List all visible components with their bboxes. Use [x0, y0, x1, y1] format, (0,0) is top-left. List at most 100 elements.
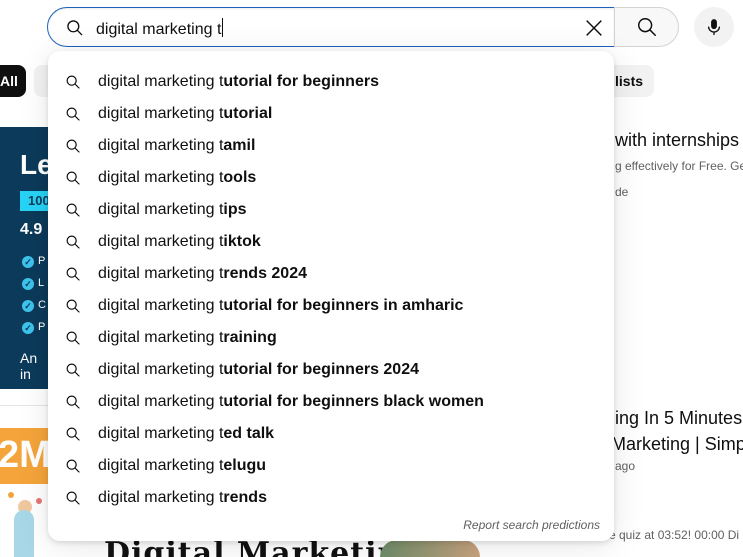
search-icon: [66, 75, 80, 89]
suggestion-text: digital marketing tutorial: [98, 105, 272, 123]
suggestion-completion: ips: [223, 201, 247, 218]
suggestion-completion: utorial for beginners in amharic: [223, 297, 464, 314]
video-description-1: g effectively for Free. Ge: [615, 159, 743, 173]
suggestion-text: digital marketing tiktok: [98, 233, 261, 251]
thumbnail-rating: 4.9: [20, 221, 43, 238]
suggestion-text: digital marketing tutorial for beginners…: [98, 393, 484, 411]
search-icon: [66, 139, 80, 153]
suggestion-typed-part: digital marketing t: [98, 425, 224, 442]
suggestion-completion: utorial for beginners: [223, 73, 379, 90]
video-title-1[interactable]: with internships: [615, 130, 739, 151]
suggestion-completion: rends: [223, 489, 267, 506]
suggestion-item[interactable]: digital marketing tutorial: [48, 98, 614, 130]
search-icon: [66, 171, 80, 185]
thumbnail-footer: An in: [20, 350, 38, 382]
decoration-dot: [36, 498, 42, 504]
search-button[interactable]: [614, 7, 679, 47]
suggestion-item[interactable]: digital marketing trends: [48, 482, 614, 514]
search-query-text: digital marketing t: [96, 21, 222, 38]
suggestion-item[interactable]: digital marketing training: [48, 322, 614, 354]
suggestion-item[interactable]: digital marketing ted talk: [48, 418, 614, 450]
search-icon: [66, 107, 80, 121]
suggestion-typed-part: digital marketing t: [98, 233, 224, 250]
suggestion-item[interactable]: digital marketing tutorial for beginners: [48, 66, 614, 98]
suggestion-text: digital marketing trends 2024: [98, 265, 307, 283]
search-icon: [66, 459, 80, 473]
suggestion-completion: amil: [223, 137, 256, 154]
suggestion-item[interactable]: digital marketing tools: [48, 162, 614, 194]
suggestion-completion: ools: [223, 169, 257, 186]
video-title-2-line1[interactable]: ing In 5 Minutes: [615, 408, 742, 429]
suggestion-completion: utorial for beginners 2024: [223, 361, 419, 378]
suggestion-typed-part: digital marketing t: [98, 457, 224, 474]
search-icon: [67, 20, 83, 36]
suggestion-typed-part: digital marketing t: [98, 265, 224, 282]
suggestion-typed-part: digital marketing t: [98, 329, 224, 346]
chip-all-label: All: [0, 73, 18, 89]
suggestion-completion: utorial: [223, 105, 273, 122]
search-input[interactable]: digital marketing t: [96, 18, 224, 39]
suggestion-typed-part: digital marketing t: [98, 73, 224, 90]
suggestion-text: digital marketing tutorial for beginners: [98, 73, 379, 91]
suggestion-typed-part: digital marketing t: [98, 361, 224, 378]
suggestion-text: digital marketing telugu: [98, 457, 266, 475]
suggestion-item[interactable]: digital marketing tutorial for beginners…: [48, 354, 614, 386]
suggestion-list: digital marketing tutorial for beginners…: [48, 66, 614, 514]
suggestion-completion: utorial for beginners black women: [223, 393, 484, 410]
suggestion-typed-part: digital marketing t: [98, 169, 224, 186]
clear-search-button[interactable]: [579, 13, 609, 43]
suggestion-item[interactable]: digital marketing tutorial for beginners…: [48, 386, 614, 418]
search-icon: [66, 491, 80, 505]
suggestion-typed-part: digital marketing t: [98, 393, 224, 410]
video-meta-2: ago: [615, 459, 636, 473]
video-thumbnail-1[interactable]: Le 100 4.9 ✓ P ✓ L ✓ C ✓ P An in: [0, 127, 48, 389]
thumbnail-list-item: C: [38, 299, 46, 311]
thumbnail-text: 2M: [0, 434, 48, 476]
suggestion-item[interactable]: digital marketing tutorial for beginners…: [48, 290, 614, 322]
thumbnail-badge: 100: [20, 191, 48, 211]
suggestion-text: digital marketing ted talk: [98, 425, 274, 443]
suggestion-item[interactable]: digital marketing telugu: [48, 450, 614, 482]
suggestion-item[interactable]: digital marketing tamil: [48, 130, 614, 162]
avatar-figure: [14, 510, 34, 557]
search-icon: [66, 363, 80, 377]
search-icon: [66, 395, 80, 409]
suggestion-completion: elugu: [223, 457, 267, 474]
search-icon: [66, 203, 80, 217]
microphone-icon: [707, 19, 721, 35]
text-cursor: [222, 18, 224, 37]
suggestion-completion: rends 2024: [223, 265, 307, 282]
suggestion-item[interactable]: digital marketing tiktok: [48, 226, 614, 258]
check-icon: ✓: [22, 322, 34, 334]
suggestion-item[interactable]: digital marketing trends 2024: [48, 258, 614, 290]
chip-playlists-label: lists: [615, 73, 644, 89]
video-description-2: e quiz at 03:52! 00:00 Di: [609, 528, 740, 542]
decoration-dot: [8, 492, 14, 498]
suggestion-typed-part: digital marketing t: [98, 297, 224, 314]
suggestion-typed-part: digital marketing t: [98, 105, 224, 122]
voice-search-button[interactable]: [694, 7, 734, 47]
thumbnail-list-item: L: [38, 277, 45, 289]
suggestion-text: digital marketing trends: [98, 489, 267, 507]
chip-all[interactable]: All: [0, 65, 26, 97]
thumbnail-list-item: P: [38, 255, 46, 267]
check-icon: ✓: [22, 300, 34, 312]
suggestion-text: digital marketing tutorial for beginners…: [98, 297, 463, 315]
check-icon: ✓: [22, 278, 34, 290]
thumbnail-list-item: P: [38, 321, 46, 333]
search-input-container[interactable]: digital marketing t: [47, 7, 615, 47]
search-icon: [637, 18, 656, 36]
search-icon: [66, 267, 80, 281]
video-thumbnail-3-photo: [380, 540, 480, 557]
suggestion-item[interactable]: digital marketing tips: [48, 194, 614, 226]
suggestion-typed-part: digital marketing t: [98, 201, 224, 218]
suggestion-text: digital marketing tamil: [98, 137, 255, 155]
search-icon: [66, 427, 80, 441]
report-search-predictions-link[interactable]: Report search predictions: [463, 518, 600, 532]
suggestion-completion: ed talk: [223, 425, 275, 442]
search-icon: [66, 331, 80, 345]
video-thumbnail-2[interactable]: 2M: [0, 428, 48, 557]
video-title-2-line2[interactable]: Marketing | Simpl: [611, 434, 743, 455]
video-meta-1: de: [615, 185, 629, 199]
search-suggestions-dropdown: digital marketing tutorial for beginners…: [48, 51, 614, 541]
